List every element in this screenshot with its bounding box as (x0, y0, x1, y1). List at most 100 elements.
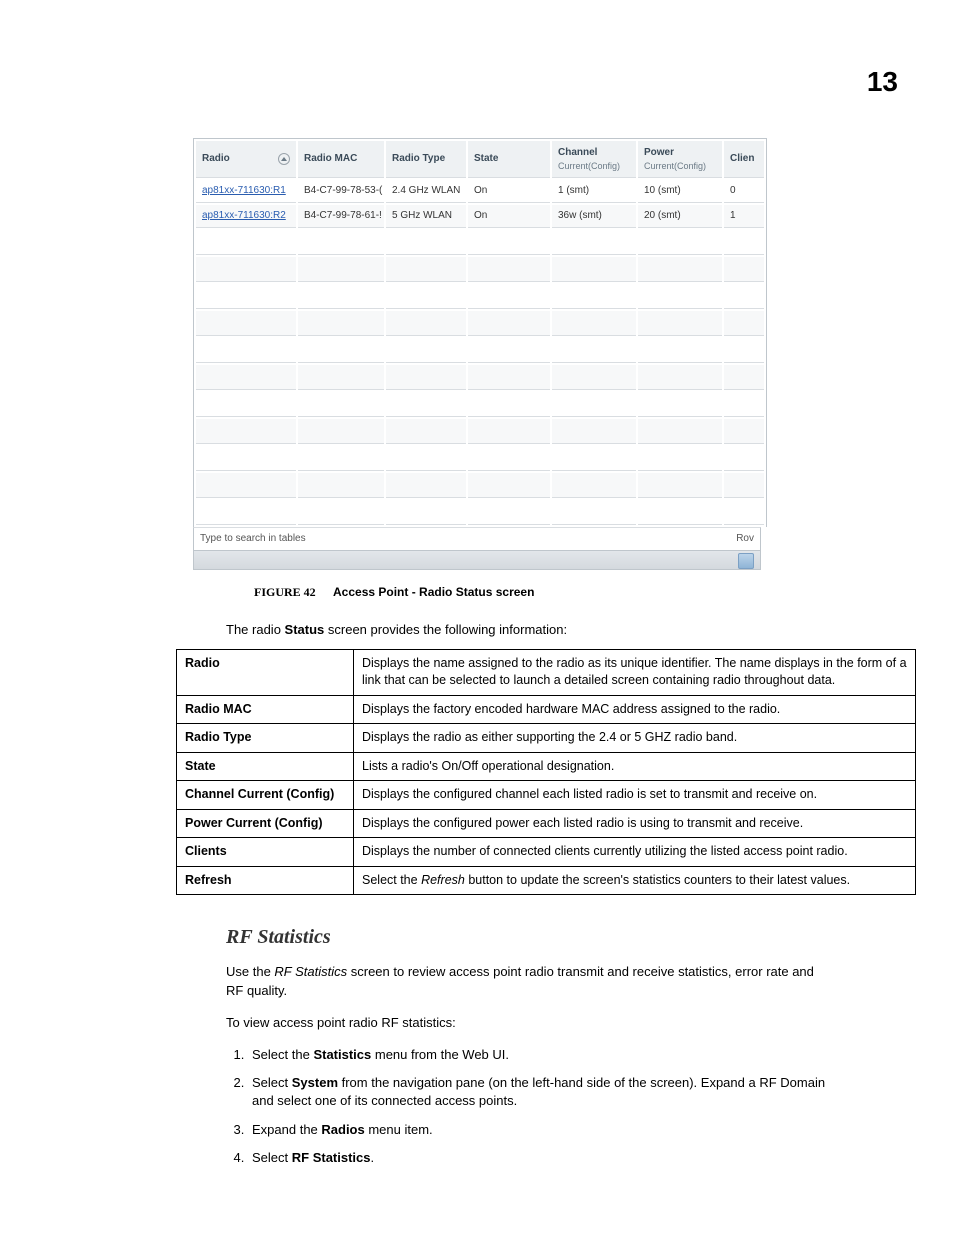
def-row: RadioDisplays the name assigned to the r… (177, 649, 916, 695)
def-term: Radio Type (177, 724, 354, 753)
sort-icon[interactable] (278, 153, 290, 165)
def-desc-italic: Refresh (421, 873, 465, 887)
col-header-channel-label: Channel (558, 147, 597, 158)
screenshot-toolbar (193, 551, 761, 570)
def-desc: Displays the number of connected clients… (354, 838, 916, 867)
table-row-empty (196, 257, 764, 282)
def-desc: Displays the configured channel each lis… (354, 781, 916, 810)
radio-status-table: Radio Radio MAC Radio Type State Channel… (193, 138, 767, 527)
def-desc: Displays the configured power each liste… (354, 809, 916, 838)
cell-type: 5 GHz WLAN (386, 205, 466, 228)
para1-italic: RF Statistics (274, 964, 347, 979)
col-header-radio-mac[interactable]: Radio MAC (298, 141, 384, 178)
col-header-state[interactable]: State (468, 141, 550, 178)
table-row-empty (196, 338, 764, 363)
cell-clients: 0 (724, 180, 764, 203)
table-row-empty (196, 473, 764, 498)
table-row-empty (196, 365, 764, 390)
table-row-empty (196, 446, 764, 471)
intro-pre: The radio (226, 622, 285, 637)
cell-mac: B4-C7-99-78-53-( (298, 180, 384, 203)
def-row: Channel Current (Config)Displays the con… (177, 781, 916, 810)
search-placeholder[interactable]: Type to search in tables (200, 532, 306, 546)
step-pre: Select (252, 1075, 292, 1090)
cell-clients: 1 (724, 205, 764, 228)
step-post: menu from the Web UI. (371, 1047, 509, 1062)
col-header-channel[interactable]: Channel Current(Config) (552, 141, 636, 178)
figure-caption: FIGURE 42 Access Point - Radio Status sc… (254, 584, 898, 601)
step-post: . (371, 1150, 375, 1165)
step-pre: Expand the (252, 1122, 321, 1137)
para1-pre: Use the (226, 964, 274, 979)
def-row: RefreshSelect the Refresh button to upda… (177, 866, 916, 895)
table-row-empty (196, 311, 764, 336)
radio-link[interactable]: ap81xx-711630:R1 (196, 180, 296, 203)
col-header-channel-sub: Current(Config) (558, 160, 630, 173)
table-row-empty (196, 230, 764, 255)
definition-table: RadioDisplays the name assigned to the r… (176, 649, 916, 896)
table-footer: Type to search in tables Rov (193, 527, 761, 551)
step-post: menu item. (365, 1122, 433, 1137)
radio-link[interactable]: ap81xx-711630:R2 (196, 205, 296, 228)
def-term: Channel Current (Config) (177, 781, 354, 810)
table-row-empty (196, 419, 764, 444)
cell-type: 2.4 GHz WLAN (386, 180, 466, 203)
def-term: Radio (177, 649, 354, 695)
def-term: Power Current (Config) (177, 809, 354, 838)
cell-power: 10 (smt) (638, 180, 722, 203)
col-header-power-sub: Current(Config) (644, 160, 716, 173)
steps-list: Select the Statistics menu from the Web … (226, 1046, 833, 1167)
row-count-label: Rov (736, 532, 754, 546)
table-row[interactable]: ap81xx-711630:R1 B4-C7-99-78-53-( 2.4 GH… (196, 180, 764, 203)
def-row: ClientsDisplays the number of connected … (177, 838, 916, 867)
step-item: Select System from the navigation pane (… (248, 1074, 833, 1110)
step-bold: System (292, 1075, 338, 1090)
step-bold: Statistics (313, 1047, 371, 1062)
def-desc: Displays the radio as either supporting … (354, 724, 916, 753)
step-bold: Radios (321, 1122, 364, 1137)
section-heading-rf-statistics: RF Statistics (226, 923, 898, 951)
def-row: Power Current (Config)Displays the confi… (177, 809, 916, 838)
refresh-icon[interactable] (738, 553, 754, 569)
def-row: StateLists a radio's On/Off operational … (177, 752, 916, 781)
figure-label: FIGURE 42 (254, 585, 316, 599)
step-bold: RF Statistics (292, 1150, 371, 1165)
table-row-empty (196, 500, 764, 525)
step-item: Select RF Statistics. (248, 1149, 833, 1167)
document-page: 13 Radio Radio MAC Radio Type State Chan… (0, 0, 954, 1235)
step-item: Expand the Radios menu item. (248, 1121, 833, 1139)
def-desc: Lists a radio's On/Off operational desig… (354, 752, 916, 781)
cell-channel: 36w (smt) (552, 205, 636, 228)
intro-post: screen provides the following informatio… (324, 622, 567, 637)
step-post: from the navigation pane (on the left-ha… (252, 1075, 825, 1108)
col-header-radio-label: Radio (202, 153, 230, 164)
intro-text: The radio Status screen provides the fol… (226, 621, 898, 639)
col-header-radio[interactable]: Radio (196, 141, 296, 178)
cell-state: On (468, 205, 550, 228)
def-term: Refresh (177, 866, 354, 895)
rf-statistics-lead: To view access point radio RF statistics… (226, 1014, 833, 1032)
table-row-empty (196, 392, 764, 417)
cell-power: 20 (smt) (638, 205, 722, 228)
intro-bold: Status (285, 622, 325, 637)
cell-state: On (468, 180, 550, 203)
col-header-clients[interactable]: Clien (724, 141, 764, 178)
rf-statistics-intro: Use the RF Statistics screen to review a… (226, 963, 833, 999)
def-desc-pre: Select the (362, 873, 421, 887)
step-pre: Select the (252, 1047, 313, 1062)
figure-caption-text: Access Point - Radio Status screen (333, 585, 534, 599)
def-desc: Displays the name assigned to the radio … (354, 649, 916, 695)
table-row-empty (196, 284, 764, 309)
def-row: Radio MACDisplays the factory encoded ha… (177, 695, 916, 724)
table-row[interactable]: ap81xx-711630:R2 B4-C7-99-78-61-! 5 GHz … (196, 205, 764, 228)
def-desc: Displays the factory encoded hardware MA… (354, 695, 916, 724)
col-header-radio-type[interactable]: Radio Type (386, 141, 466, 178)
step-pre: Select (252, 1150, 292, 1165)
cell-mac: B4-C7-99-78-61-! (298, 205, 384, 228)
radio-status-screenshot: Radio Radio MAC Radio Type State Channel… (193, 138, 761, 570)
col-header-power[interactable]: Power Current(Config) (638, 141, 722, 178)
def-row: Radio TypeDisplays the radio as either s… (177, 724, 916, 753)
def-desc: Select the Refresh button to update the … (354, 866, 916, 895)
col-header-power-label: Power (644, 147, 674, 158)
cell-channel: 1 (smt) (552, 180, 636, 203)
